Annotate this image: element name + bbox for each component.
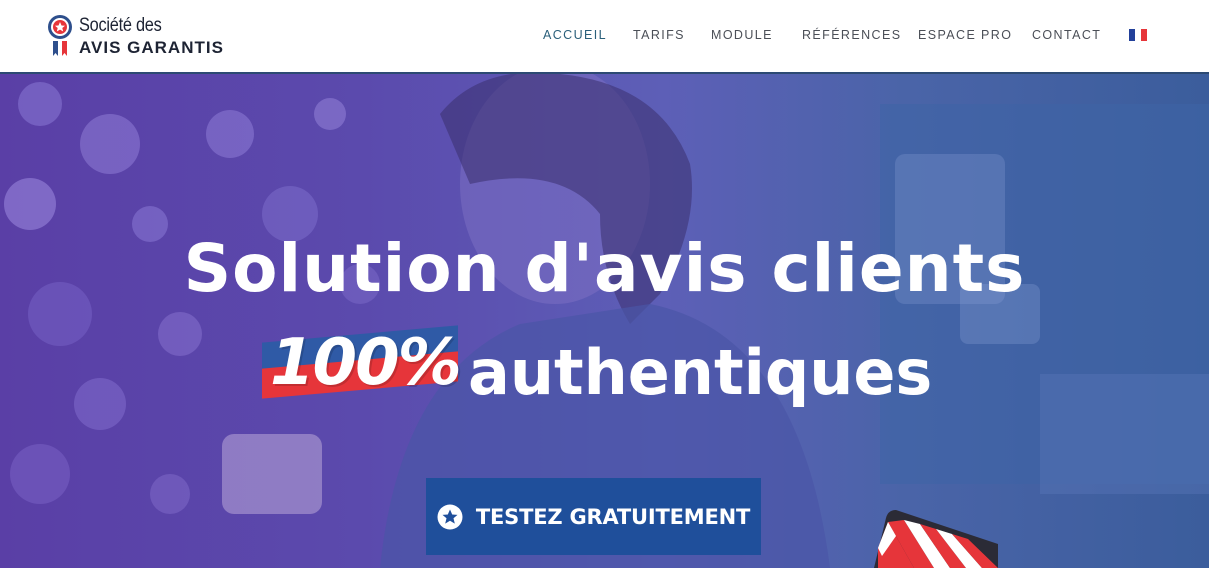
nav-item-contact[interactable]: CONTACT: [1032, 28, 1101, 42]
badge-text: 100%: [270, 326, 462, 400]
nav-item-module[interactable]: MODULE: [711, 28, 773, 42]
percent-badge: 100%: [262, 324, 462, 400]
nav-item-espace-pro[interactable]: ESPACE PRO: [918, 28, 1012, 42]
fr-flag-icon[interactable]: [1129, 29, 1147, 41]
site-header: Société des AVIS GARANTIS ACCUEIL TARIFS…: [0, 0, 1209, 74]
nav-item-references[interactable]: RÉFÉRENCES: [802, 28, 901, 42]
test-free-button-label: TESTEZ GRATUITEMENT: [475, 504, 751, 529]
hero-title-line2: authentiques: [468, 336, 933, 409]
nav-item-accueil[interactable]: ACCUEIL: [543, 28, 607, 42]
hero-title-line1: Solution d'avis clients: [183, 230, 1026, 307]
nav-item-tarifs[interactable]: TARIFS: [633, 28, 685, 42]
hero-section: Solution d'avis clients 100% authentique…: [0, 74, 1209, 568]
shop-awning-icon: [874, 510, 998, 568]
main-nav: ACCUEIL TARIFS MODULE RÉFÉRENCES ESPACE …: [0, 28, 1209, 46]
test-free-button[interactable]: TESTEZ GRATUITEMENT: [426, 478, 761, 555]
star-circle-icon: [437, 504, 463, 529]
